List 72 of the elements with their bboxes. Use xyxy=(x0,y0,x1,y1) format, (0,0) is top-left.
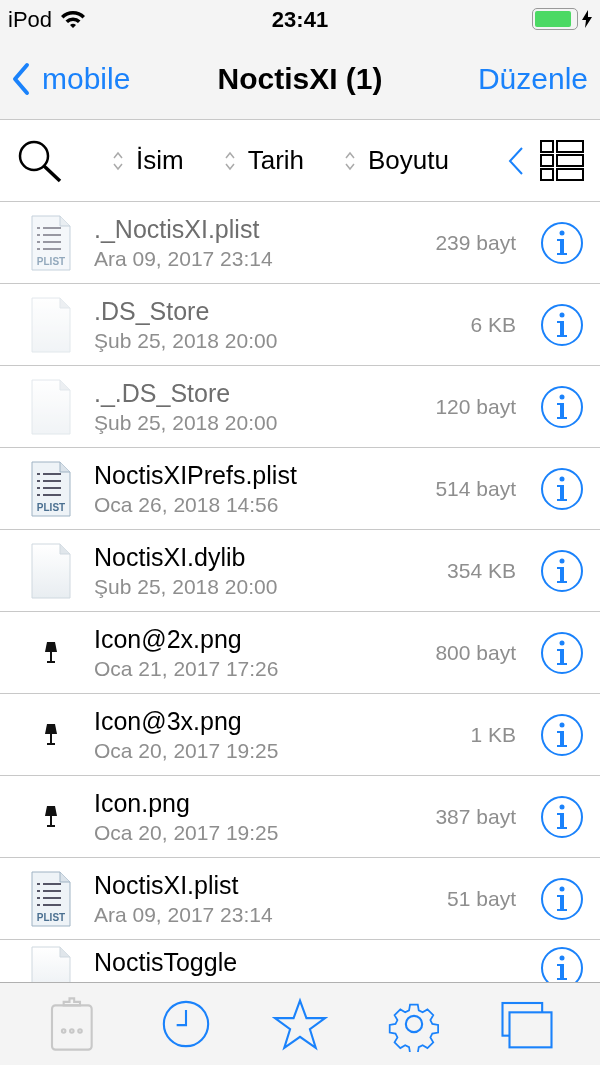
sort-option[interactable]: Boyutu xyxy=(344,141,449,180)
battery-icon xyxy=(532,8,578,30)
file-size: 51 bayt xyxy=(447,885,516,912)
info-icon[interactable] xyxy=(540,794,584,839)
file-date: Oca 20, 2017 19:25 xyxy=(94,819,279,846)
file-row[interactable]: Icon.png Oca 20, 2017 19:25 387 bayt xyxy=(0,776,600,858)
file-date: Oca 26, 2018 14:56 xyxy=(94,491,280,518)
file-date: Oca 20, 2017 19:25 xyxy=(94,737,279,764)
wifi-icon xyxy=(60,9,87,29)
lamp-icon xyxy=(44,722,58,747)
sort-chevrons-icon xyxy=(112,149,124,172)
info-icon[interactable] xyxy=(540,946,584,982)
sort-option[interactable]: Tarih xyxy=(223,141,305,180)
file-name: .DS_Store xyxy=(94,295,211,327)
file-row[interactable]: PLIST NoctisXI.plist Ara 09, 2017 23:14 51 bayt xyxy=(0,858,600,940)
info-icon[interactable] xyxy=(540,876,584,921)
file-name: Icon@2x.png xyxy=(94,623,243,655)
sort-chevrons-icon xyxy=(344,149,357,172)
plist-file-icon: PLIST xyxy=(31,460,71,517)
info-icon[interactable] xyxy=(540,466,584,511)
sort-option[interactable]: İsim xyxy=(112,141,184,180)
file-size: 514 bayt xyxy=(435,475,516,502)
file-date: Ara 09, 2017 23:14 xyxy=(94,901,273,928)
back-chevron-icon[interactable] xyxy=(508,145,524,176)
file-size: 800 bayt xyxy=(435,639,516,666)
file-name: NoctisXI.dylib xyxy=(94,541,247,573)
plist-file-icon: PLIST xyxy=(31,214,71,271)
file-date: Şub 25, 2018 20:00 xyxy=(94,573,278,600)
lamp-icon xyxy=(44,804,58,829)
blank-file-icon xyxy=(31,378,71,435)
file-date: Şub 25, 2018 20:00 xyxy=(94,327,278,354)
star-icon[interactable] xyxy=(272,996,328,1052)
lamp-icon xyxy=(44,640,58,665)
file-size: 6 KB xyxy=(470,311,516,338)
file-name: Icon.png xyxy=(94,787,191,819)
file-row[interactable]: .DS_Store Şub 25, 2018 20:00 6 KB xyxy=(0,284,600,366)
info-icon[interactable] xyxy=(540,220,584,265)
info-icon[interactable] xyxy=(540,302,584,347)
carrier-label: iPod xyxy=(8,5,53,34)
info-icon[interactable] xyxy=(540,548,584,593)
file-name: Icon@3x.png xyxy=(94,705,243,737)
file-name: NoctisToggle xyxy=(94,947,238,978)
blank-file-icon xyxy=(31,296,71,353)
file-row[interactable]: NoctisXI.dylib Şub 25, 2018 20:00 354 KB xyxy=(0,530,600,612)
file-name: NoctisXIPrefs.plist xyxy=(94,459,297,491)
file-row[interactable]: ._.DS_Store Şub 25, 2018 20:00 120 bayt xyxy=(0,366,600,448)
file-name: ._.DS_Store xyxy=(94,377,232,409)
file-size: 1 KB xyxy=(470,721,516,748)
plist-file-icon: PLIST xyxy=(31,870,71,927)
file-date: Oca 21, 2017 17:26 xyxy=(94,655,279,682)
blank-file-icon xyxy=(31,542,71,599)
file-size: 387 bayt xyxy=(435,803,516,830)
info-icon[interactable] xyxy=(540,630,584,675)
file-size: 120 bayt xyxy=(435,393,516,420)
info-icon[interactable] xyxy=(540,384,584,429)
file-name: NoctisXI.plist xyxy=(94,869,240,901)
file-row[interactable]: Icon@2x.png Oca 21, 2017 17:26 800 bayt xyxy=(0,612,600,694)
file-row[interactable]: Icon@3x.png Oca 20, 2017 19:25 1 KB xyxy=(0,694,600,776)
file-date: Şub 25, 2018 20:00 xyxy=(94,409,278,436)
nav-title: NoctisXI (1) xyxy=(217,61,383,97)
file-row[interactable]: PLIST ._NoctisXI.plist Ara 09, 2017 23:14 239 bayt xyxy=(0,202,600,284)
file-date: Ara 09, 2017 23:14 xyxy=(94,245,273,272)
file-size: 354 KB xyxy=(447,557,516,584)
search-icon[interactable] xyxy=(16,138,64,183)
file-name: ._NoctisXI.plist xyxy=(94,213,261,245)
list-view-icon[interactable] xyxy=(540,138,584,183)
info-icon[interactable] xyxy=(540,712,584,757)
clock-label: 23:41 xyxy=(271,5,329,34)
sort-chevrons-icon xyxy=(223,149,236,172)
file-row[interactable]: PLIST NoctisXIPrefs.plist Oca 26, 2018 14:56 514 bayt xyxy=(0,448,600,530)
chevron-left-icon xyxy=(12,61,30,96)
file-size: 239 bayt xyxy=(435,229,516,256)
